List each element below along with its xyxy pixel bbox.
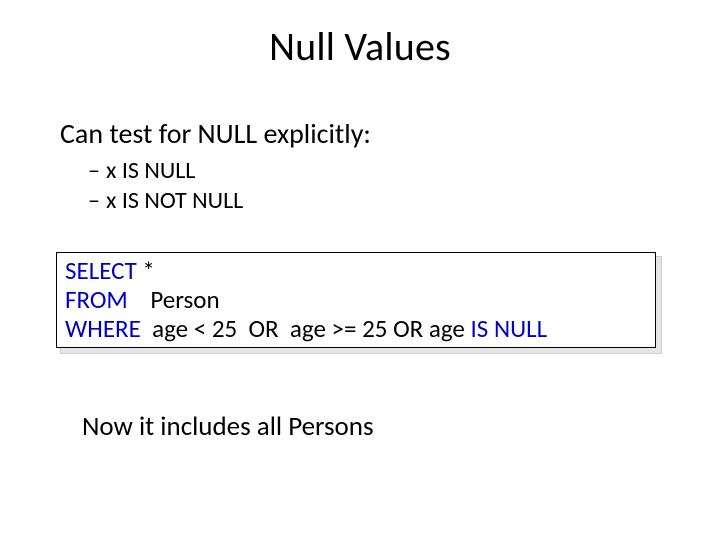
kw-where: WHERE xyxy=(65,313,141,344)
sub-item: –x IS NULL xyxy=(88,157,660,185)
code-text: Person xyxy=(128,284,220,315)
kw-isnull: IS NULL xyxy=(471,313,548,344)
code-line: WHERE age < 25 OR age >= 25 OR age IS NU… xyxy=(65,315,647,344)
footer-line: Now it includes all Persons xyxy=(82,410,374,443)
intro-line: Can test for NULL explicitly: xyxy=(60,116,660,151)
code-text: * xyxy=(137,255,155,286)
body-block: Can test for NULL explicitly: –x IS NULL… xyxy=(60,116,660,218)
dash-icon: – xyxy=(88,157,106,185)
code-line: FROM Person xyxy=(65,286,647,315)
kw-from: FROM xyxy=(65,284,128,315)
slide: Null Values Can test for NULL explicitly… xyxy=(0,0,720,540)
code-line: SELECT * xyxy=(65,257,647,286)
slide-title: Null Values xyxy=(0,22,720,71)
dash-icon: – xyxy=(88,187,106,215)
code-box: SELECT * FROM Person WHERE age < 25 OR a… xyxy=(56,252,656,348)
sub-list: –x IS NULL –x IS NOT NULL xyxy=(88,157,660,216)
sub-item-text: x IS NOT NULL xyxy=(106,186,243,215)
code-text: age < 25 OR age >= 25 OR age xyxy=(141,313,471,344)
kw-select: SELECT xyxy=(65,255,137,286)
code-box-inner: SELECT * FROM Person WHERE age < 25 OR a… xyxy=(56,252,656,348)
sub-item-text: x IS NULL xyxy=(106,156,195,185)
sub-item: –x IS NOT NULL xyxy=(88,187,660,215)
